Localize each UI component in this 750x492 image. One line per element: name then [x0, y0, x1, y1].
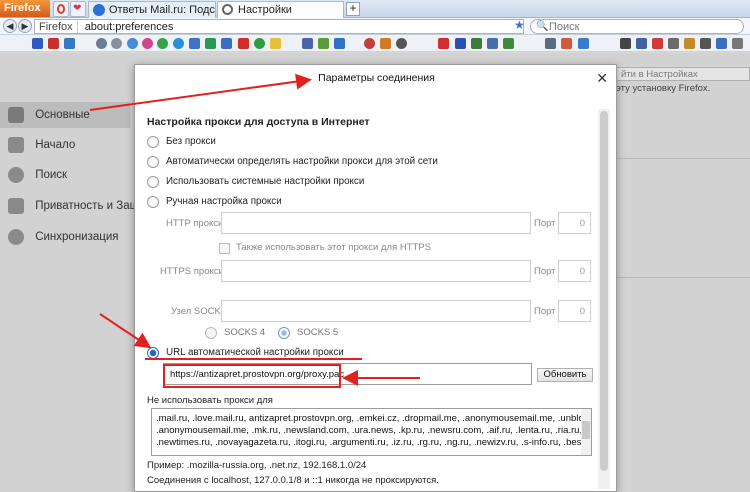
arrow-to-url-option: [99, 313, 152, 349]
annotation-arrows: [89, 73, 420, 386]
arrow-to-title: [89, 73, 312, 111]
